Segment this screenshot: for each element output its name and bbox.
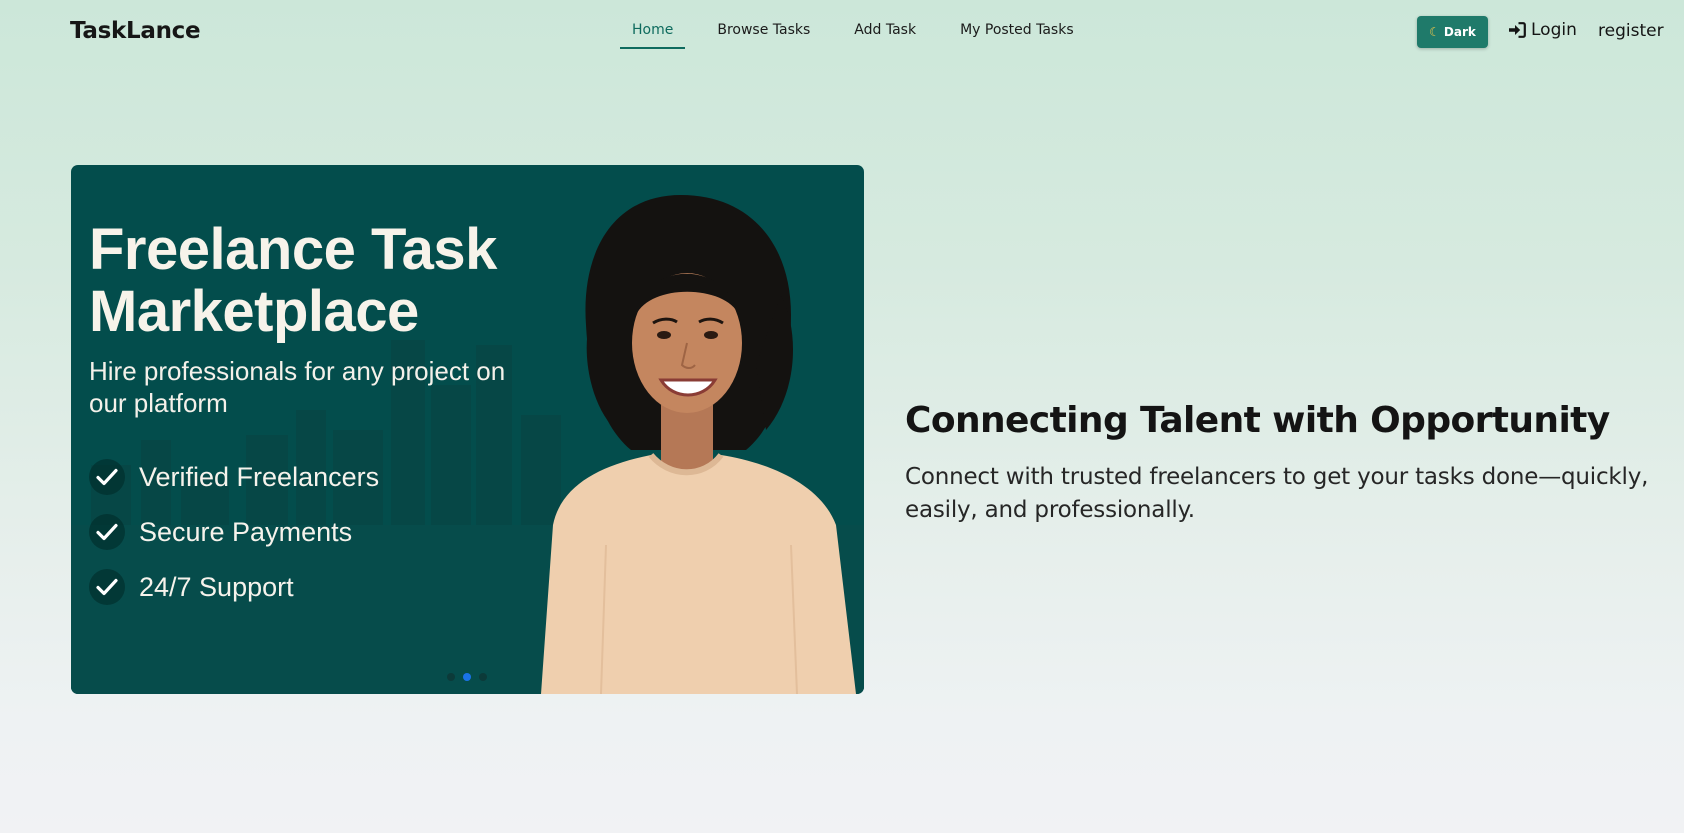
feature-list: Verified Freelancers Secure Payments 24/… xyxy=(89,457,379,622)
woman-portrait-image xyxy=(541,195,856,694)
carousel-dot[interactable] xyxy=(447,673,455,681)
feature-label: 24/7 Support xyxy=(139,571,294,602)
dark-mode-label: Dark xyxy=(1443,25,1476,39)
brand-logo[interactable]: TaskLance xyxy=(70,18,201,44)
feature-item: 24/7 Support xyxy=(89,567,379,607)
nav-links: Home Browse Tasks Add Task My Posted Tas… xyxy=(620,12,1106,49)
login-label: Login xyxy=(1531,20,1577,40)
carousel-indicators xyxy=(447,673,487,681)
nav-link-add-task[interactable]: Add Task xyxy=(842,12,928,49)
carousel-title: Freelance Task Marketplace xyxy=(89,217,497,344)
dark-mode-button[interactable]: ☾ Dark xyxy=(1417,16,1488,48)
check-icon xyxy=(89,514,125,550)
check-icon xyxy=(89,569,125,605)
nav-link-my-posted-tasks[interactable]: My Posted Tasks xyxy=(948,12,1086,49)
feature-item: Verified Freelancers xyxy=(89,457,379,497)
carousel-subtitle: Hire professionals for any project on ou… xyxy=(89,356,506,418)
feature-label: Verified Freelancers xyxy=(139,461,380,492)
hero-carousel: Freelance Task Marketplace Hire professi… xyxy=(71,165,864,694)
feature-item: Secure Payments xyxy=(89,512,379,552)
register-link[interactable]: register xyxy=(1598,21,1664,41)
login-link[interactable]: Login xyxy=(1508,20,1577,40)
carousel-dot-active[interactable] xyxy=(463,673,471,681)
sign-in-icon xyxy=(1508,22,1526,38)
navbar: TaskLance Home Browse Tasks Add Task My … xyxy=(0,0,1684,64)
moon-icon: ☾ xyxy=(1429,25,1440,39)
hero-heading: Connecting Talent with Opportunity xyxy=(905,400,1610,442)
nav-link-home[interactable]: Home xyxy=(620,12,686,49)
feature-label: Secure Payments xyxy=(139,516,353,547)
nav-link-browse-tasks[interactable]: Browse Tasks xyxy=(705,12,822,49)
carousel-dot[interactable] xyxy=(479,673,487,681)
hero-description: Connect with trusted freelancers to get … xyxy=(905,464,1649,523)
check-icon xyxy=(89,459,125,495)
